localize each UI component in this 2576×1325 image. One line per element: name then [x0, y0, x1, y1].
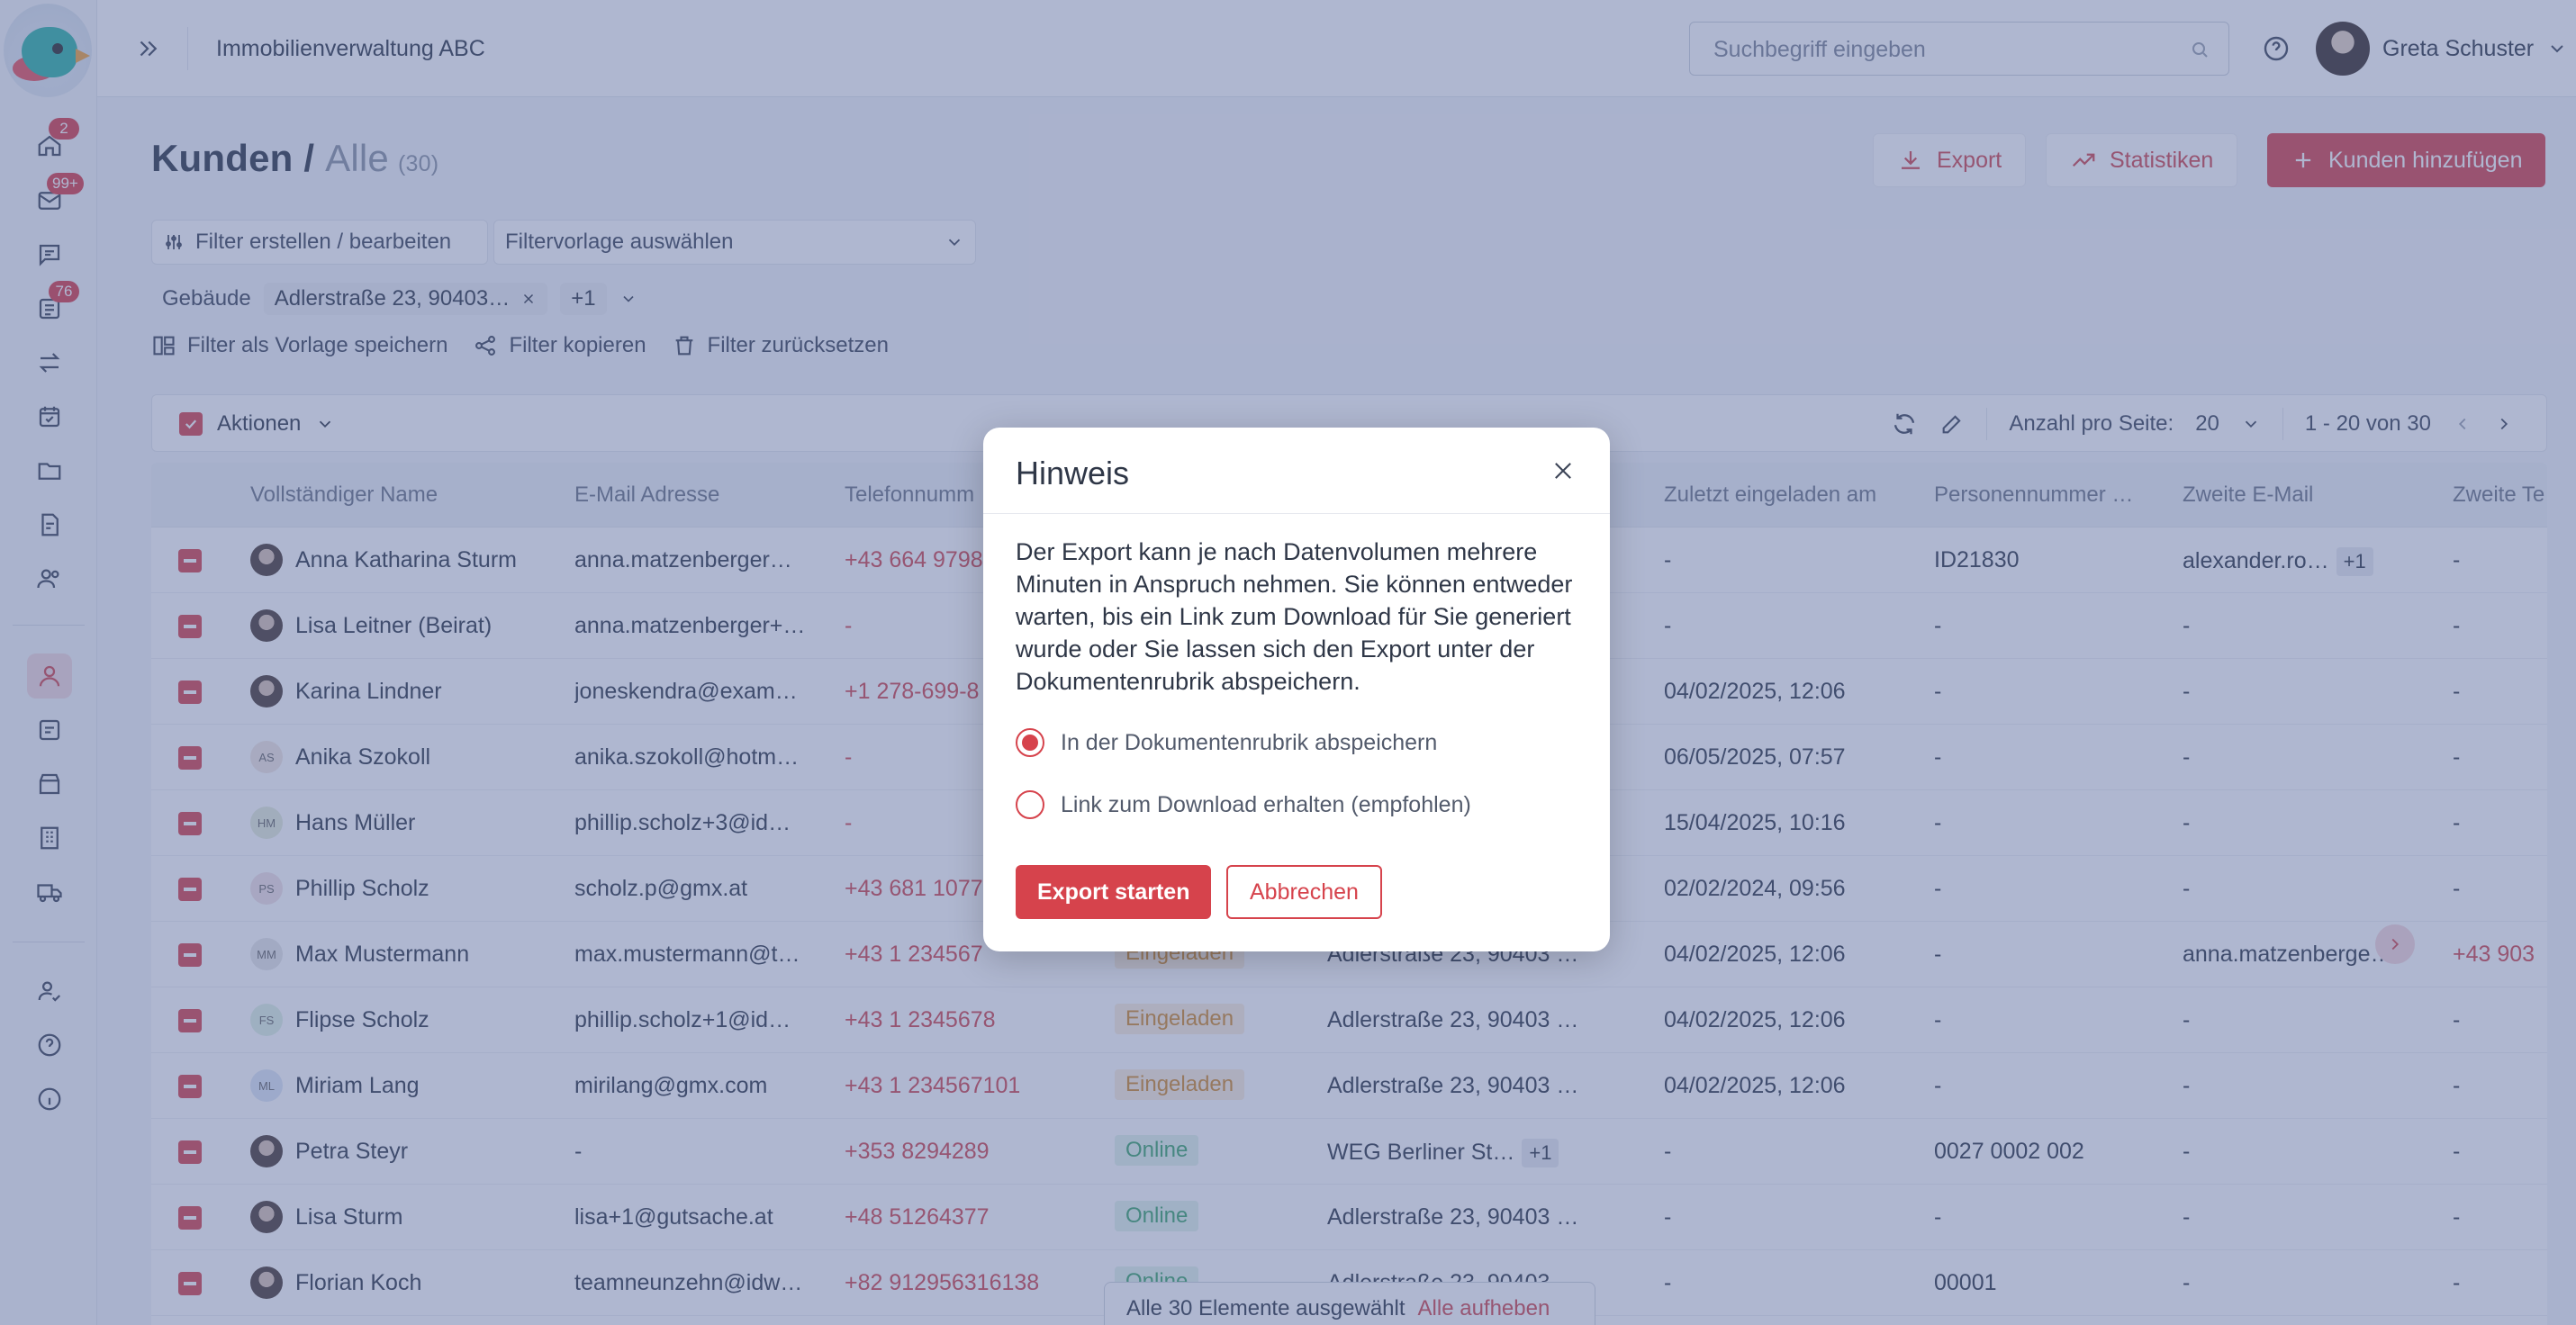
radio-save-documents-label: In der Dokumentenrubrik abspeichern [1061, 729, 1438, 755]
export-notice-dialog: Hinweis Der Export kann je nach Datenvol… [983, 428, 1610, 951]
close-dialog-button[interactable] [1549, 456, 1577, 485]
dialog-title: Hinweis [1016, 455, 1130, 491]
radio-download-link[interactable]: Link zum Download erhalten (empfohlen) [1016, 790, 1471, 819]
dialog-header: Hinweis [983, 428, 1610, 514]
start-export-button[interactable]: Export starten [1016, 865, 1212, 919]
radio-circle[interactable] [1016, 728, 1044, 757]
app: 2 99+ 76 Immobilienverwaltung ABC Suchbe… [0, 0, 2576, 1325]
radio-circle[interactable] [1016, 790, 1044, 819]
dialog-message: Der Export kann je nach Datenvolumen meh… [1016, 538, 1573, 695]
close-icon [1550, 458, 1576, 483]
radio-download-link-label: Link zum Download erhalten (empfohlen) [1061, 791, 1471, 817]
cancel-button[interactable]: Abbrechen [1226, 865, 1382, 919]
radio-save-documents[interactable]: In der Dokumentenrubrik abspeichern [1016, 728, 1437, 757]
